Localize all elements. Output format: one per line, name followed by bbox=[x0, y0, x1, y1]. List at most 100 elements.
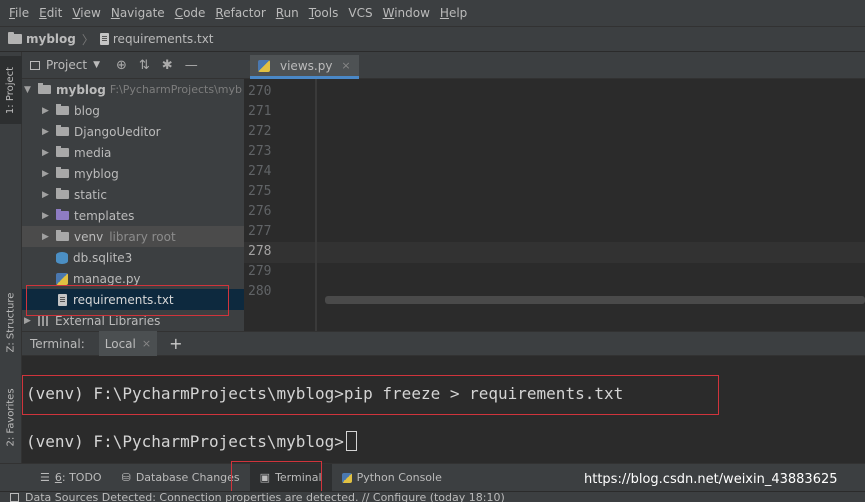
code-editor[interactable] bbox=[316, 79, 865, 331]
terminal-line-command: (venv) F:\PycharmProjects\myblog>pip fre… bbox=[26, 384, 624, 403]
tree-item-manage-py[interactable]: manage.py bbox=[22, 268, 244, 289]
line-number: 279 bbox=[248, 264, 272, 279]
hide-panel-icon[interactable]: — bbox=[185, 58, 198, 73]
line-number: 271 bbox=[248, 104, 272, 119]
text-file-icon bbox=[99, 33, 109, 45]
library-icon bbox=[38, 315, 50, 326]
project-view-selector[interactable]: Project ▼ bbox=[30, 58, 100, 72]
terminal-prompt-text: (venv) F:\PycharmProjects\myblog> bbox=[26, 432, 344, 451]
folder-icon bbox=[56, 230, 69, 241]
menu-refactor[interactable]: Refactor bbox=[210, 6, 270, 20]
folder-icon bbox=[56, 104, 69, 115]
python-file-icon bbox=[56, 272, 68, 285]
tree-item-label: templates bbox=[74, 208, 135, 223]
tree-item-label: static bbox=[74, 187, 107, 202]
editor-tab-label: views.py bbox=[280, 58, 333, 73]
text-cursor bbox=[345, 431, 357, 451]
tree-item-static[interactable]: ▶ static bbox=[22, 184, 244, 205]
menu-vcs[interactable]: VCS bbox=[343, 6, 377, 20]
folder-icon bbox=[38, 83, 51, 94]
breadcrumb-file-label: requirements.txt bbox=[112, 32, 214, 46]
left-tool-stripe: 1: Project Z: Structure 2: Favorites bbox=[0, 52, 22, 492]
status-bar: Data Sources Detected: Connection proper… bbox=[0, 491, 865, 502]
menu-help[interactable]: Help bbox=[435, 6, 472, 20]
terminal-line-prompt: (venv) F:\PycharmProjects\myblog> bbox=[26, 431, 357, 451]
tree-item-label: DjangoUeditor bbox=[74, 124, 161, 139]
menu-edit[interactable]: Edit bbox=[34, 6, 67, 20]
tree-item-djangoueditor[interactable]: ▶ DjangoUeditor bbox=[22, 121, 244, 142]
status-checkbox-icon bbox=[10, 493, 19, 502]
collapsed-arrow-icon: ▶ bbox=[42, 168, 49, 179]
tree-item-external-libraries[interactable]: ▶ External Libraries bbox=[22, 310, 244, 331]
editor-tab-bar: views.py × bbox=[244, 52, 865, 79]
text-file-icon bbox=[58, 293, 67, 306]
project-tree: ▼ myblog F:\PycharmProjects\myb ▶ blog ▶… bbox=[22, 79, 244, 331]
horizontal-scrollbar[interactable] bbox=[325, 296, 865, 304]
menu-code[interactable]: Code bbox=[170, 6, 211, 20]
list-icon: ☰ bbox=[40, 471, 50, 484]
new-terminal-button[interactable]: + bbox=[169, 334, 182, 353]
breadcrumb-project[interactable]: myblog bbox=[8, 32, 76, 46]
tree-item-myblog[interactable]: ▶ myblog bbox=[22, 163, 244, 184]
status-message[interactable]: Data Sources Detected: Connection proper… bbox=[10, 492, 505, 502]
python-file-icon bbox=[258, 59, 270, 72]
locate-file-icon[interactable]: ⊕ bbox=[116, 58, 127, 73]
tree-item-media[interactable]: ▶ media bbox=[22, 142, 244, 163]
close-icon[interactable]: × bbox=[341, 59, 350, 72]
tree-item-db-sqlite3[interactable]: db.sqlite3 bbox=[22, 247, 244, 268]
tool-tab-structure[interactable]: Z: Structure bbox=[0, 282, 22, 362]
terminal-tab-label: Terminal bbox=[275, 471, 322, 484]
terminal-title: Terminal: bbox=[30, 336, 85, 351]
gear-icon[interactable]: ✱ bbox=[162, 58, 173, 73]
line-number: 275 bbox=[248, 184, 272, 199]
template-folder-icon bbox=[56, 209, 69, 220]
terminal-icon: ▣ bbox=[259, 471, 271, 484]
tool-tab-favorites[interactable]: 2: Favorites bbox=[0, 377, 22, 457]
line-number: 272 bbox=[248, 124, 272, 139]
tree-root-myblog[interactable]: ▼ myblog F:\PycharmProjects\myb bbox=[22, 79, 244, 100]
menu-run[interactable]: Run bbox=[271, 6, 304, 20]
database-changes-label: Database Changes bbox=[135, 471, 240, 484]
close-icon[interactable]: × bbox=[142, 337, 151, 350]
tool-tab-python-console[interactable]: Python Console bbox=[332, 464, 452, 492]
tool-tab-terminal[interactable]: ▣ Terminal bbox=[249, 463, 332, 492]
breadcrumb: myblog 〉 requirements.txt bbox=[0, 27, 865, 52]
collapsed-arrow-icon: ▶ bbox=[42, 231, 49, 242]
collapsed-arrow-icon: ▶ bbox=[42, 189, 49, 200]
terminal-output[interactable]: (venv) F:\PycharmProjects\myblog>pip fre… bbox=[22, 356, 865, 463]
collapsed-arrow-icon: ▶ bbox=[42, 126, 49, 137]
tree-item-label: manage.py bbox=[73, 271, 141, 286]
tree-item-templates[interactable]: ▶ templates bbox=[22, 205, 244, 226]
collapsed-arrow-icon: ▶ bbox=[42, 105, 49, 116]
tool-tab-database-changes[interactable]: ⛁ Database Changes bbox=[112, 464, 250, 492]
folder-icon bbox=[56, 167, 69, 178]
editor-tab-views-py[interactable]: views.py × bbox=[250, 55, 359, 79]
tree-item-label: blog bbox=[74, 103, 100, 118]
tree-item-requirements-txt[interactable]: requirements.txt bbox=[22, 289, 244, 310]
tree-item-venv[interactable]: ▶ venv library root bbox=[22, 226, 244, 247]
tool-tab-todo[interactable]: ☰ 6: TODO bbox=[30, 464, 112, 492]
terminal-tab-local[interactable]: Local × bbox=[98, 331, 158, 356]
menu-view[interactable]: View bbox=[67, 6, 105, 20]
tree-root-path: F:\PycharmProjects\myb bbox=[109, 83, 242, 96]
python-console-label: Python Console bbox=[356, 471, 442, 484]
terminal-header: Terminal: Local × + bbox=[22, 331, 865, 356]
menu-window[interactable]: Window bbox=[378, 6, 435, 20]
database-changes-icon: ⛁ bbox=[121, 471, 131, 484]
todo-label: : TODO bbox=[61, 471, 102, 484]
menu-file[interactable]: File bbox=[4, 6, 34, 20]
collapse-all-icon[interactable]: ⇅ bbox=[139, 58, 150, 73]
chevron-down-icon: ▼ bbox=[93, 60, 100, 70]
menu-navigate[interactable]: Navigate bbox=[106, 6, 170, 20]
menu-tools[interactable]: Tools bbox=[304, 6, 344, 20]
collapsed-arrow-icon: ▶ bbox=[42, 147, 49, 158]
project-view-icon bbox=[30, 60, 40, 70]
line-number: 276 bbox=[248, 204, 272, 219]
tree-item-blog[interactable]: ▶ blog bbox=[22, 100, 244, 121]
database-icon bbox=[56, 251, 68, 264]
breadcrumb-file[interactable]: requirements.txt bbox=[99, 32, 214, 46]
tree-item-label: myblog bbox=[74, 166, 119, 181]
line-number-current: 278 bbox=[248, 244, 272, 259]
expanded-arrow-icon: ▼ bbox=[24, 84, 31, 95]
tool-tab-project[interactable]: 1: Project bbox=[0, 56, 22, 124]
